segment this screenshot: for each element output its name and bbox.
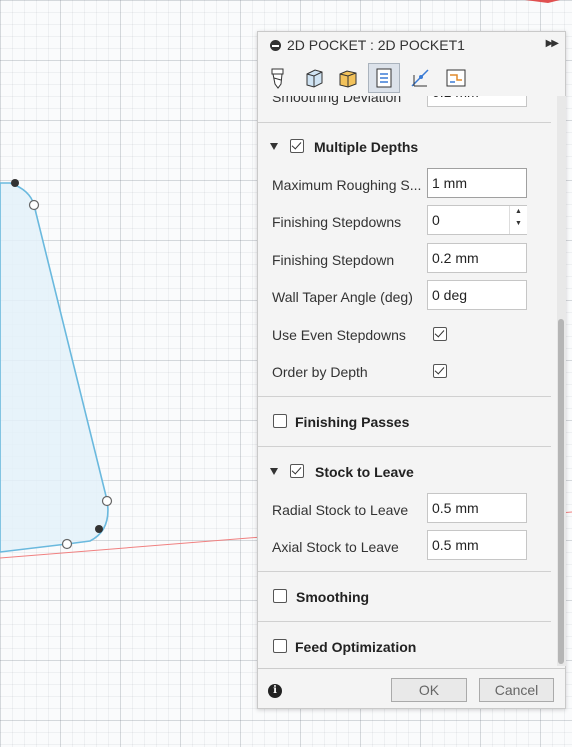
sketch-profile[interactable] — [0, 182, 109, 553]
dialog-footer: i OK Cancel — [258, 668, 565, 709]
cancel-button[interactable]: Cancel — [479, 678, 554, 702]
order-by-depth-checkbox[interactable] — [433, 364, 447, 378]
sketch-point-hollow[interactable] — [61, 538, 73, 550]
linking-icon — [411, 69, 429, 87]
section-divider — [258, 446, 551, 447]
tab-heights[interactable] — [332, 63, 364, 93]
info-icon[interactable]: i — [268, 684, 282, 698]
post-process-icon — [446, 69, 466, 87]
collapse-triangle-icon[interactable] — [270, 468, 278, 475]
finishing-stepdown-label: Finishing Stepdown — [272, 252, 395, 268]
scrollbar[interactable] — [557, 96, 566, 666]
multiple-depths-title: Multiple Depths — [314, 139, 419, 155]
geometry-icon — [306, 69, 323, 88]
tab-linking[interactable] — [404, 63, 436, 93]
section-divider — [258, 571, 551, 572]
minus-circle-icon[interactable] — [270, 40, 281, 51]
pocket-dialog: 2D POCKET : 2D POCKET1 ▶▶ Smoothing Devi… — [257, 31, 566, 709]
tab-bar — [258, 60, 565, 96]
tab-tool[interactable] — [262, 63, 294, 93]
section-divider — [258, 122, 551, 123]
dialog-title: 2D POCKET : 2D POCKET1 — [287, 37, 465, 53]
viewcube-edge[interactable] — [525, 0, 560, 3]
ok-button[interactable]: OK — [391, 678, 467, 702]
finishing-passes-title: Finishing Passes — [295, 414, 410, 430]
smoothing-deviation-label: Smoothing Deviation — [272, 96, 402, 105]
dialog-header[interactable]: 2D POCKET : 2D POCKET1 ▶▶ — [258, 32, 565, 59]
stock-to-leave-checkbox[interactable] — [290, 464, 304, 478]
finishing-passes-checkbox[interactable] — [273, 414, 287, 428]
scrollbar-thumb[interactable] — [558, 319, 564, 664]
spin-up-icon[interactable]: ▲ — [510, 206, 527, 218]
stock-to-leave-title: Stock to Leave — [315, 464, 414, 480]
tab-post-process[interactable] — [440, 63, 472, 93]
use-even-stepdowns-label: Use Even Stepdowns — [272, 327, 406, 343]
axial-stock-label: Axial Stock to Leave — [272, 539, 399, 555]
use-even-stepdowns-checkbox[interactable] — [433, 327, 447, 341]
smoothing-title: Smoothing — [296, 589, 370, 605]
section-divider — [258, 621, 551, 622]
sketch-point-hollow[interactable] — [28, 199, 40, 211]
parameters-scroll-area[interactable]: Smoothing Deviation Multiple Depths Maxi… — [258, 96, 557, 666]
sketch-point-filled[interactable] — [95, 525, 103, 533]
sketch-point-filled[interactable] — [11, 179, 19, 187]
tab-geometry[interactable] — [298, 63, 330, 93]
feed-optimization-checkbox[interactable] — [273, 639, 287, 653]
radial-stock-label: Radial Stock to Leave — [272, 502, 409, 518]
smoothing-deviation-field[interactable] — [427, 96, 527, 107]
passes-icon — [376, 68, 392, 88]
heights-icon — [339, 70, 357, 88]
sketch-point-hollow[interactable] — [101, 495, 113, 507]
radial-stock-field[interactable] — [427, 493, 527, 523]
collapse-triangle-icon[interactable] — [270, 143, 278, 150]
smoothing-checkbox[interactable] — [273, 589, 287, 603]
spin-down-icon[interactable]: ▼ — [510, 218, 527, 230]
finishing-stepdowns-spinner[interactable]: ▲ ▼ — [509, 206, 527, 234]
feed-optimization-title: Feed Optimization — [295, 639, 417, 655]
max-roughing-field[interactable] — [427, 168, 527, 198]
max-roughing-label: Maximum Roughing S... — [272, 177, 422, 193]
wall-taper-field[interactable] — [427, 280, 527, 310]
finishing-stepdowns-label: Finishing Stepdowns — [272, 214, 402, 230]
finishing-stepdown-field[interactable] — [427, 243, 527, 273]
expand-icon[interactable]: ▶▶ — [546, 38, 559, 49]
order-by-depth-label: Order by Depth — [272, 364, 368, 380]
multiple-depths-checkbox[interactable] — [290, 139, 304, 153]
tool-icon — [271, 68, 284, 89]
section-divider — [258, 396, 551, 397]
tab-passes[interactable] — [368, 63, 400, 93]
wall-taper-label: Wall Taper Angle (deg) — [272, 289, 413, 305]
axial-stock-field[interactable] — [427, 530, 527, 560]
